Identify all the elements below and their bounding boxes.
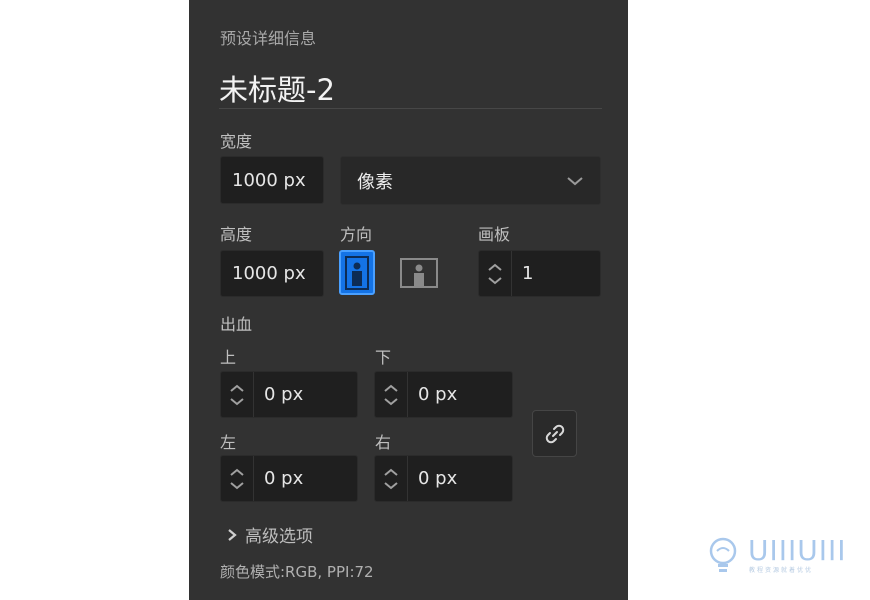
section-title: 预设详细信息 [220, 29, 317, 48]
artboards-stepper[interactable] [479, 251, 512, 296]
advanced-options-label: 高级选项 [245, 527, 313, 547]
document-title[interactable]: 未标题-2 [219, 67, 335, 109]
height-input[interactable]: 1000 px [220, 250, 324, 297]
chevron-up-icon[interactable] [229, 384, 245, 393]
width-label: 宽度 [220, 132, 253, 151]
bleed-bottom-stepper[interactable] [375, 372, 408, 417]
width-input[interactable]: 1000 px [220, 156, 324, 204]
orientation-label: 方向 [340, 225, 373, 244]
link-icon [545, 424, 564, 443]
chevron-up-icon[interactable] [487, 263, 503, 272]
chevron-down-icon[interactable] [229, 481, 245, 490]
chevron-up-icon[interactable] [383, 468, 399, 477]
watermark: UIIIUIII 教程资源就着优优 [706, 534, 856, 574]
watermark-text: UIIIUIII [748, 534, 847, 567]
chevron-right-icon [228, 528, 237, 541]
portrait-orientation-button[interactable] [339, 250, 375, 295]
bleed-bottom-value: 0 px [418, 384, 458, 405]
chevron-down-icon[interactable] [383, 397, 399, 406]
landscape-icon [400, 257, 438, 288]
bleed-right-label: 右 [375, 433, 392, 452]
bleed-bottom-label: 下 [375, 348, 392, 367]
landscape-orientation-button[interactable] [399, 250, 439, 295]
width-value: 1000 px [232, 169, 306, 191]
unit-dropdown[interactable]: 像素 [340, 156, 601, 205]
bleed-top-input[interactable]: 0 px [220, 371, 358, 418]
artboards-value: 1 [522, 263, 534, 284]
bleed-left-label: 左 [220, 433, 237, 452]
unit-selected-value: 像素 [357, 171, 393, 193]
chevron-up-icon[interactable] [229, 468, 245, 477]
document-preset-panel: 预设详细信息 未标题-2 宽度 1000 px 像素 高度 方向 画板 1000… [189, 0, 628, 600]
bleed-top-stepper[interactable] [221, 372, 254, 417]
bleed-left-input[interactable]: 0 px [220, 455, 358, 502]
chevron-up-icon[interactable] [383, 384, 399, 393]
bleed-right-input[interactable]: 0 px [374, 455, 513, 502]
bleed-right-value: 0 px [418, 468, 458, 489]
lightbulb-icon [709, 537, 737, 572]
bleed-top-label: 上 [220, 348, 237, 367]
height-label: 高度 [220, 225, 253, 244]
title-divider [219, 108, 602, 109]
chevron-down-icon[interactable] [487, 276, 503, 285]
bleed-label: 出血 [220, 315, 253, 334]
bleed-top-value: 0 px [264, 384, 304, 405]
portrait-icon [345, 255, 369, 290]
height-value: 1000 px [232, 263, 306, 284]
bleed-left-stepper[interactable] [221, 456, 254, 501]
color-mode-info: 颜色模式:RGB, PPI:72 [220, 563, 374, 581]
artboards-input[interactable]: 1 [478, 250, 601, 297]
bleed-left-value: 0 px [264, 468, 304, 489]
watermark-subtitle: 教程资源就着优优 [749, 567, 814, 574]
chevron-down-icon[interactable] [383, 481, 399, 490]
link-bleed-button[interactable] [532, 410, 577, 457]
chevron-down-icon[interactable] [229, 397, 245, 406]
bleed-bottom-input[interactable]: 0 px [374, 371, 513, 418]
advanced-options-toggle[interactable]: 高级选项 [227, 522, 313, 547]
bleed-right-stepper[interactable] [375, 456, 408, 501]
artboards-label: 画板 [478, 225, 511, 244]
chevron-down-icon [566, 175, 584, 187]
